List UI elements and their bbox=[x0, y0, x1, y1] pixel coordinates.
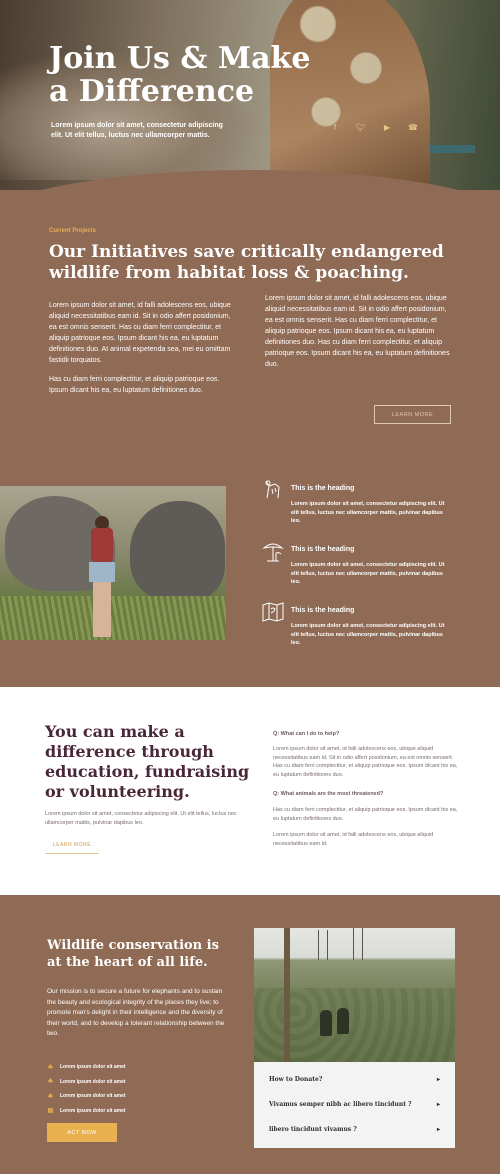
feature-title: This is the heading bbox=[291, 546, 355, 553]
leaf-icon: ☘ bbox=[47, 1093, 54, 1100]
social-links: f 🐦︎ ▶ ☎ bbox=[330, 122, 418, 132]
field-photo bbox=[254, 928, 455, 1062]
feature-description: Lorem ipsum dolor sit amet, consectetur … bbox=[291, 623, 445, 646]
list-item: ▤ Lorem ipsum dolor sit amet bbox=[47, 1107, 126, 1115]
tree-icon bbox=[262, 543, 284, 562]
twitter-icon[interactable]: 🐦︎ bbox=[356, 122, 366, 132]
paragraph: Lorem ipsum dolor sit amet, id falli ado… bbox=[265, 295, 450, 368]
hero-title: Join Us & Make a Difference bbox=[49, 41, 311, 109]
faq-accordion: How to Donate? ▸ Vivamus semper nibh ac … bbox=[254, 1062, 455, 1148]
map-icon bbox=[262, 602, 284, 622]
conservation-description: Our mission is to secure a future for el… bbox=[47, 988, 225, 1037]
paragraph: Has cu diam ferri complectitur, et aliqu… bbox=[49, 376, 220, 394]
section-eyebrow: Current Projects bbox=[49, 228, 97, 234]
accordion-item[interactable]: libero tincidunt vivamus ? ▸ bbox=[254, 1117, 455, 1142]
hero-subtitle: Lorem ipsum dolor sit amet, consectetur … bbox=[51, 122, 223, 139]
list-item: ☘ Lorem ipsum dolor sit amet bbox=[47, 1078, 126, 1086]
faq-question: Q: What animals are the most threatened? bbox=[273, 791, 384, 797]
feature-description: Lorem ipsum dolor sit amet, consectetur … bbox=[291, 562, 445, 585]
accordion-item[interactable]: Vivamus semper nibh ac libero tincidunt … bbox=[254, 1092, 455, 1117]
act-now-button[interactable]: ACT NOW bbox=[47, 1123, 117, 1142]
feature-title: This is the heading bbox=[291, 485, 355, 492]
leaf-icon: ☘ bbox=[47, 1079, 54, 1086]
faq-answer: Has cu diam ferri complectitur, et aliqu… bbox=[273, 807, 458, 822]
hero-section: Join Us & Make a Difference Lorem ipsum … bbox=[0, 0, 500, 190]
facebook-icon[interactable]: f bbox=[330, 122, 340, 132]
youtube-icon[interactable]: ▶ bbox=[382, 122, 392, 132]
faq-answer: Lorem ipsum dolor sit amet, id falli ado… bbox=[273, 832, 434, 847]
list-item: ☘ Lorem ipsum dolor sit amet bbox=[47, 1064, 126, 1071]
difference-description: Lorem ipsum dolor sit amet, consectetur … bbox=[45, 811, 237, 826]
difference-title: You can make a difference through educat… bbox=[45, 722, 250, 801]
conservation-title: Wildlife conservation is at the heart of… bbox=[47, 938, 219, 970]
giraffe-icon bbox=[265, 480, 280, 499]
chevron-right-icon: ▸ bbox=[436, 1102, 440, 1108]
feature-description: Lorem ipsum dolor sit amet, consectetur … bbox=[291, 501, 445, 524]
elephants-photo bbox=[0, 486, 226, 640]
whatsapp-icon[interactable]: ☎ bbox=[408, 122, 418, 132]
learn-more-button[interactable]: LEARN MORE bbox=[374, 405, 451, 424]
initiatives-right-column: Lorem ipsum dolor sit amet, id falli ado… bbox=[265, 293, 450, 370]
chevron-right-icon: ▸ bbox=[436, 1127, 440, 1133]
conservation-list: ☘ Lorem ipsum dolor sit amet ☘ Lorem ipsum… bbox=[47, 1060, 126, 1118]
accordion-item[interactable]: How to Donate? ▸ bbox=[254, 1067, 455, 1092]
initiatives-left-column: Lorem ipsum dolor sit amet, id falli ado… bbox=[49, 300, 239, 404]
initiatives-title: Our Initiatives save critically endanger… bbox=[49, 242, 444, 283]
paragraph: Lorem ipsum dolor sit amet, id falli ado… bbox=[49, 302, 231, 364]
chevron-right-icon: ▸ bbox=[436, 1077, 440, 1083]
leaf-icon: ☘ bbox=[47, 1064, 54, 1071]
feature-title: This is the heading bbox=[291, 607, 355, 614]
learn-more-link[interactable]: LEARN MORE bbox=[45, 842, 99, 854]
faq-question: Q: What can I do to help? bbox=[273, 731, 340, 737]
list-item: ☘ Lorem ipsum dolor sit amet bbox=[47, 1093, 126, 1100]
difference-section: You can make a difference through educat… bbox=[0, 687, 500, 895]
faq-answer: Lorem ipsum dolor sit amet, id falli ado… bbox=[273, 746, 458, 778]
book-icon: ▤ bbox=[47, 1108, 54, 1115]
